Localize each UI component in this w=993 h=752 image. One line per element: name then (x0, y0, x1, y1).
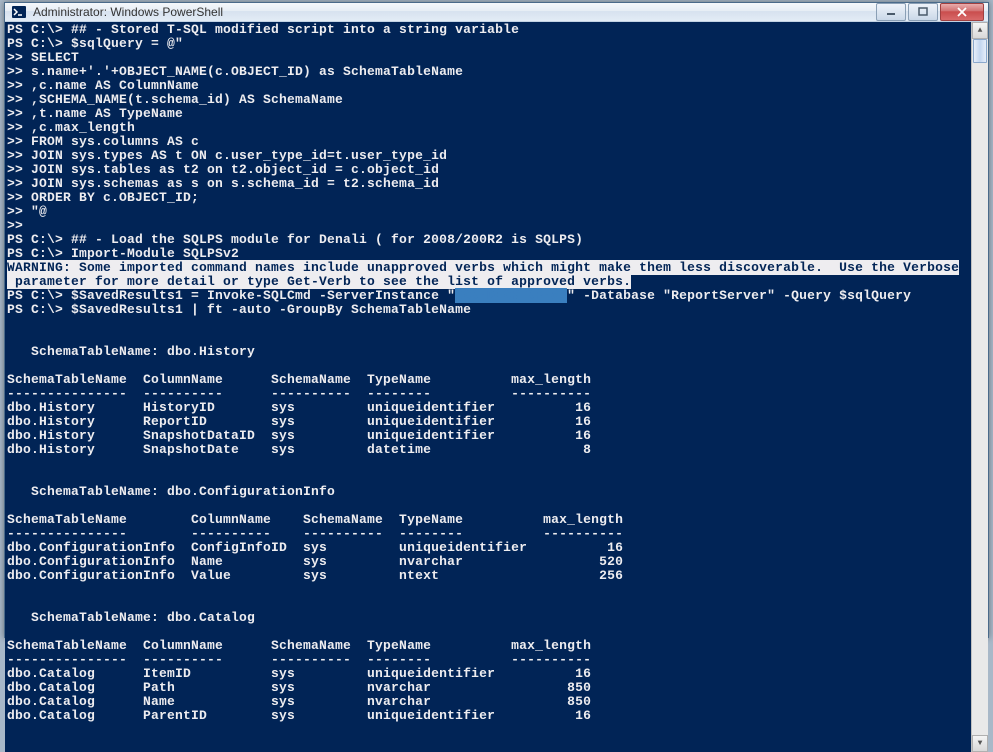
scroll-thumb[interactable] (973, 39, 987, 63)
window-title: Administrator: Windows PowerShell (33, 5, 874, 19)
terminal-output[interactable]: PS C:\> ## - Stored T-SQL modified scrip… (5, 22, 971, 752)
terminal-area: PS C:\> ## - Stored T-SQL modified scrip… (5, 22, 988, 752)
close-button[interactable] (940, 3, 984, 21)
scroll-up-arrow[interactable]: ▲ (972, 22, 988, 39)
maximize-button[interactable] (908, 3, 938, 21)
vertical-scrollbar[interactable]: ▲ ▼ (971, 22, 988, 752)
window-controls (874, 3, 984, 21)
scroll-down-arrow[interactable]: ▼ (972, 735, 988, 752)
powershell-window: Administrator: Windows PowerShell PS C:\… (4, 2, 989, 638)
minimize-button[interactable] (876, 3, 906, 21)
titlebar[interactable]: Administrator: Windows PowerShell (5, 3, 988, 22)
powershell-icon (11, 4, 27, 20)
